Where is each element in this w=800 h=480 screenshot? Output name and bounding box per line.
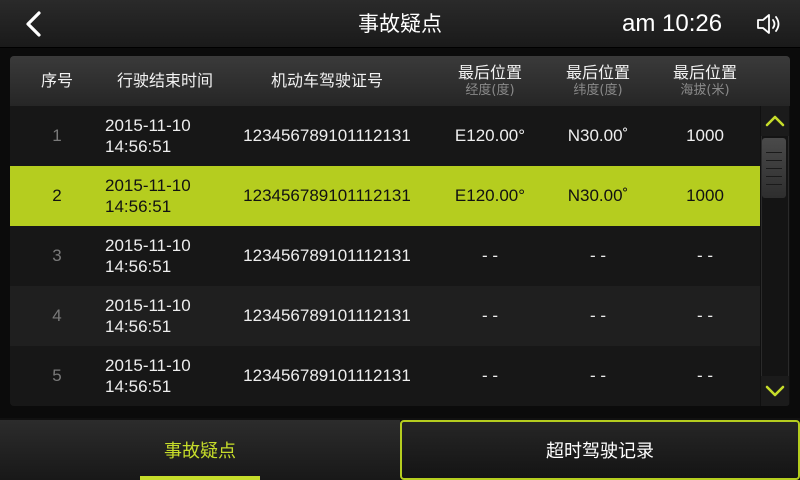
records-table: 序号 行驶结束时间 机动车驾驶证号 最后位置 经度(度) 最后位置 纬度(度) … xyxy=(10,56,790,406)
table-row[interactable]: 5 2015-11-10 14:56:51 123456789101112131… xyxy=(10,346,760,406)
table-row[interactable]: 3 2015-11-10 14:56:51 123456789101112131… xyxy=(10,226,760,286)
row-end-time: 2015-11-10 14:56:51 xyxy=(105,286,225,346)
speaker-icon xyxy=(757,14,780,34)
row-latitude: N30.00˚ xyxy=(567,186,629,205)
row-end-time: 2015-11-10 14:56:51 xyxy=(105,346,225,406)
row-time: 14:56:51 xyxy=(105,137,172,156)
row-longitude: - - xyxy=(481,366,499,385)
scroll-down-button[interactable] xyxy=(761,376,789,406)
row-seq: 1 xyxy=(52,126,62,145)
row-license: 123456789101112131 xyxy=(243,126,411,145)
clock: am 10:26 xyxy=(622,10,723,37)
scroll-thumb[interactable] xyxy=(762,138,786,198)
scroll-up-button[interactable] xyxy=(761,106,789,136)
row-seq: 4 xyxy=(52,306,62,325)
row-latitude: N30.00˚ xyxy=(567,126,629,145)
row-license: 123456789101112131 xyxy=(243,366,411,385)
tab-label: 事故疑点 xyxy=(164,441,236,462)
row-altitude: - - xyxy=(696,306,714,325)
bottom-tab-bar: 事故疑点 超时驾驶记录 xyxy=(0,418,800,480)
table-header: 序号 行驶结束时间 机动车驾驶证号 最后位置 经度(度) 最后位置 纬度(度) … xyxy=(10,56,790,106)
row-seq: 2 xyxy=(52,186,62,205)
row-seq: 3 xyxy=(52,246,62,265)
table-row[interactable]: 4 2015-11-10 14:56:51 123456789101112131… xyxy=(10,286,760,346)
scroll-grip-line xyxy=(766,152,782,153)
row-time: 14:56:51 xyxy=(105,257,172,276)
row-longitude: E120.00° xyxy=(454,126,526,145)
row-longitude: E120.00° xyxy=(454,186,526,205)
scroll-grip-line xyxy=(766,184,782,185)
row-latitude: - - xyxy=(589,366,607,385)
volume-button[interactable] xyxy=(755,12,783,36)
row-time: 14:56:51 xyxy=(105,197,172,216)
scroll-grip-line xyxy=(766,160,782,161)
table-row-selected[interactable]: 2 2015-11-10 14:56:51 123456789101112131… xyxy=(10,166,760,226)
row-license: 123456789101112131 xyxy=(243,186,411,205)
table-body: 1 2015-11-10 14:56:51 123456789101112131… xyxy=(10,106,760,406)
scroll-grip-line xyxy=(766,168,782,169)
row-date: 2015-11-10 xyxy=(105,116,191,135)
column-header-altitude: 最后位置 海拔(米) xyxy=(672,63,737,98)
row-seq: 5 xyxy=(52,366,62,385)
row-end-time: 2015-11-10 14:56:51 xyxy=(105,106,225,166)
row-end-time: 2015-11-10 14:56:51 xyxy=(105,166,225,226)
column-header-longitude: 最后位置 经度(度) xyxy=(457,63,522,98)
row-latitude: - - xyxy=(589,246,607,265)
chevron-left-icon xyxy=(26,11,41,37)
column-header-latitude: 最后位置 纬度(度) xyxy=(565,63,630,98)
column-header-seq: 序号 xyxy=(40,71,73,90)
row-end-time: 2015-11-10 14:56:51 xyxy=(105,226,225,286)
row-altitude: - - xyxy=(696,366,714,385)
row-date: 2015-11-10 xyxy=(105,176,191,195)
back-button[interactable] xyxy=(14,6,54,42)
top-bar: 事故疑点 am 10:26 xyxy=(0,0,800,48)
scrollbar[interactable] xyxy=(760,106,790,406)
row-altitude: 1000 xyxy=(686,126,724,145)
scroll-grip-line xyxy=(766,176,782,177)
row-altitude: 1000 xyxy=(686,186,724,205)
chevron-down-icon xyxy=(765,385,785,397)
column-header-end-time: 行驶结束时间 xyxy=(116,71,213,90)
screen: 事故疑点 am 10:26 序号 行驶结束时间 机动车驾驶证号 最后位置 经度(… xyxy=(0,0,800,480)
row-longitude: - - xyxy=(481,306,499,325)
row-time: 14:56:51 xyxy=(105,377,172,396)
column-header-license: 机动车驾驶证号 xyxy=(270,71,383,90)
row-date: 2015-11-10 xyxy=(105,236,191,255)
row-latitude: - - xyxy=(589,306,607,325)
tab-overtime-driving[interactable]: 超时驾驶记录 xyxy=(400,420,800,480)
active-tab-indicator xyxy=(140,476,260,480)
row-license: 123456789101112131 xyxy=(243,246,411,265)
row-time: 14:56:51 xyxy=(105,317,172,336)
row-longitude: - - xyxy=(481,246,499,265)
chevron-up-icon xyxy=(765,115,785,127)
row-date: 2015-11-10 xyxy=(105,356,191,375)
tab-accident-suspicion[interactable]: 事故疑点 xyxy=(0,420,400,480)
row-altitude: - - xyxy=(696,246,714,265)
table-row[interactable]: 1 2015-11-10 14:56:51 123456789101112131… xyxy=(10,106,760,166)
row-date: 2015-11-10 xyxy=(105,296,191,315)
tab-label: 超时驾驶记录 xyxy=(546,441,654,462)
row-license: 123456789101112131 xyxy=(243,306,411,325)
